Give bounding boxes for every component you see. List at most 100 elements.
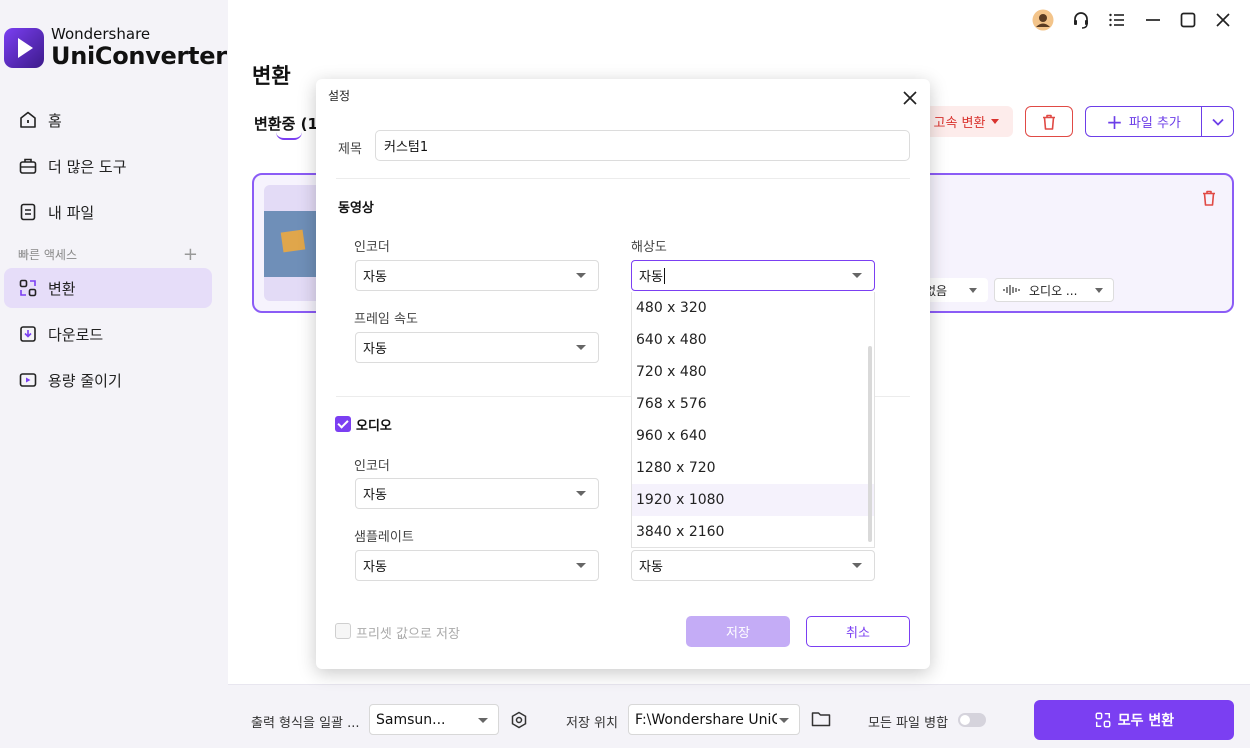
preset-name-value: 커스텀1 <box>384 140 429 155</box>
plus-icon: + <box>1106 109 1123 134</box>
format-settings-icon[interactable] <box>510 711 528 733</box>
resolution-option[interactable]: 720 x 480 <box>632 356 874 388</box>
convert-icon <box>18 278 38 298</box>
output-format-select[interactable]: Samsun... <box>369 704 499 735</box>
convert-all-button[interactable]: 모두 변환 <box>1034 700 1234 740</box>
tab-converting[interactable]: 변환중 (1 <box>254 113 318 134</box>
sidebar-item-label: 변환 <box>48 279 76 298</box>
convert-icon <box>1095 712 1111 728</box>
minimize-icon[interactable] <box>1142 9 1164 31</box>
delete-file-icon[interactable] <box>1200 189 1218 211</box>
save-location-value: F:\Wondershare UniCo <box>635 711 777 728</box>
avatar-icon[interactable] <box>1032 9 1054 31</box>
product-name: UniConverter <box>51 42 227 70</box>
cancel-button[interactable]: 취소 <box>806 616 910 647</box>
resolution-option[interactable]: 480 x 320 <box>632 292 874 324</box>
uniconverter-logo-icon <box>4 27 44 68</box>
resolution-option[interactable]: 1280 x 720 <box>632 452 874 484</box>
resolution-select[interactable]: 자동 <box>631 260 875 291</box>
menu-icon[interactable] <box>1106 9 1128 31</box>
sidebar-item-convert[interactable]: 변환 <box>4 268 212 308</box>
close-window-icon[interactable] <box>1212 9 1234 31</box>
high-speed-convert-button[interactable]: 고속 변환 <box>920 106 1013 137</box>
quick-access-header: 빠른 액세스 + <box>18 244 198 265</box>
audio-wave-icon <box>1003 285 1020 295</box>
quick-access-nav: 변환 다운로드 용량 줄이기 <box>4 268 212 406</box>
audio-bitrate-value: 자동 <box>639 560 663 575</box>
preset-name-label: 제목 <box>338 142 362 157</box>
add-quick-access-icon[interactable]: + <box>183 244 198 265</box>
home-icon <box>18 110 38 130</box>
brand-name: Wondershare <box>51 25 151 43</box>
audio-section-title: 오디오 <box>356 419 392 434</box>
audio-encoder-select[interactable]: 자동 <box>355 478 599 509</box>
sidebar-item-home[interactable]: 홈 <box>4 100 212 140</box>
resolution-option[interactable]: 640 x 480 <box>632 324 874 356</box>
high-speed-label: 고속 변환 <box>933 116 986 131</box>
save-location-label: 저장 위치 <box>566 716 618 731</box>
sample-rate-select[interactable]: 자동 <box>355 550 599 581</box>
merge-files-toggle[interactable] <box>958 713 986 727</box>
save-preset-checkbox[interactable] <box>335 623 351 639</box>
delete-all-button[interactable] <box>1025 106 1073 137</box>
dropdown-scrollbar[interactable] <box>868 346 872 542</box>
resolution-option[interactable]: 960 x 640 <box>632 420 874 452</box>
output-format-value: Samsun... <box>376 711 446 728</box>
add-file-button[interactable]: + 파일 추가 <box>1085 106 1202 137</box>
settings-dialog: 설정 제목 커스텀1 동영상 인코더 자동 해상도 자동 프레임 속도 자동 오… <box>316 79 930 669</box>
text-cursor <box>663 267 665 284</box>
audio-encoder-label: 인코더 <box>354 459 390 474</box>
save-location-select[interactable]: F:\Wondershare UniCo <box>628 704 800 735</box>
close-icon[interactable] <box>902 90 918 106</box>
save-button[interactable]: 저장 <box>686 616 790 647</box>
resolution-option[interactable]: 1920 x 1080 <box>632 484 874 516</box>
sidebar-item-label: 용량 줄이기 <box>48 371 122 390</box>
sidebar-item-more-tools[interactable]: 더 많은 도구 <box>4 146 212 186</box>
sidebar-item-my-files[interactable]: 내 파일 <box>4 192 212 232</box>
audio-encoder-value: 자동 <box>363 488 387 503</box>
add-file-label: 파일 추가 <box>1128 116 1181 131</box>
page-title: 변환 <box>252 64 291 88</box>
compress-icon <box>18 370 38 390</box>
sidebar: Wondershare UniConverter 홈 더 많은 도구 내 파일 … <box>0 0 228 748</box>
sample-rate-label: 샘플레이트 <box>354 530 414 545</box>
audio-enable-checkbox[interactable] <box>335 416 351 432</box>
sidebar-item-label: 다운로드 <box>48 325 104 344</box>
audio-bitrate-select[interactable]: 자동 <box>631 550 875 581</box>
quick-access-label: 빠른 액세스 <box>18 248 78 262</box>
folder-icon[interactable] <box>811 710 831 732</box>
maximize-icon[interactable] <box>1177 9 1199 31</box>
video-encoder-label: 인코더 <box>354 240 390 255</box>
sidebar-item-label: 홈 <box>48 111 62 130</box>
sidebar-item-compress[interactable]: 용량 줄이기 <box>4 360 212 400</box>
dialog-title: 설정 <box>328 89 351 103</box>
add-file-dropdown-button[interactable] <box>1201 106 1234 137</box>
frame-rate-select[interactable]: 자동 <box>355 332 599 363</box>
merge-files-label: 모든 파일 병합 <box>868 716 949 731</box>
sidebar-item-label: 더 많은 도구 <box>48 157 127 176</box>
active-tab-indicator <box>276 132 302 140</box>
main-nav: 홈 더 많은 도구 내 파일 <box>4 100 212 238</box>
sample-rate-value: 자동 <box>363 560 387 575</box>
sidebar-item-download[interactable]: 다운로드 <box>4 314 212 354</box>
download-icon <box>18 324 38 344</box>
resolution-option[interactable]: 3840 x 2160 <box>632 516 874 547</box>
resolution-dropdown-list: 480 x 320 640 x 480 720 x 480 768 x 576 … <box>631 292 875 548</box>
sidebar-item-label: 내 파일 <box>48 203 95 222</box>
bottom-bar: 출력 형식을 일괄 ... Samsun... 저장 위치 F:\Wonders… <box>228 684 1250 748</box>
audio-track-value: 오디오 ... <box>1029 283 1078 298</box>
save-preset-label: 프리셋 값으로 저장 <box>356 627 460 642</box>
convert-all-label: 모두 변환 <box>1117 713 1175 729</box>
divider <box>336 178 910 179</box>
audio-track-select[interactable]: 오디오 ... <box>994 278 1114 302</box>
preset-name-input[interactable]: 커스텀1 <box>375 130 910 161</box>
video-encoder-select[interactable]: 자동 <box>355 260 599 291</box>
window-title-bar <box>1010 0 1250 40</box>
toolbox-icon <box>18 156 38 176</box>
output-format-label: 출력 형식을 일괄 ... <box>251 716 360 731</box>
resolution-option[interactable]: 768 x 576 <box>632 388 874 420</box>
headset-icon[interactable] <box>1070 9 1092 31</box>
file-icon <box>18 202 38 222</box>
video-section-title: 동영상 <box>338 201 374 216</box>
app-logo: Wondershare UniConverter <box>4 27 227 68</box>
